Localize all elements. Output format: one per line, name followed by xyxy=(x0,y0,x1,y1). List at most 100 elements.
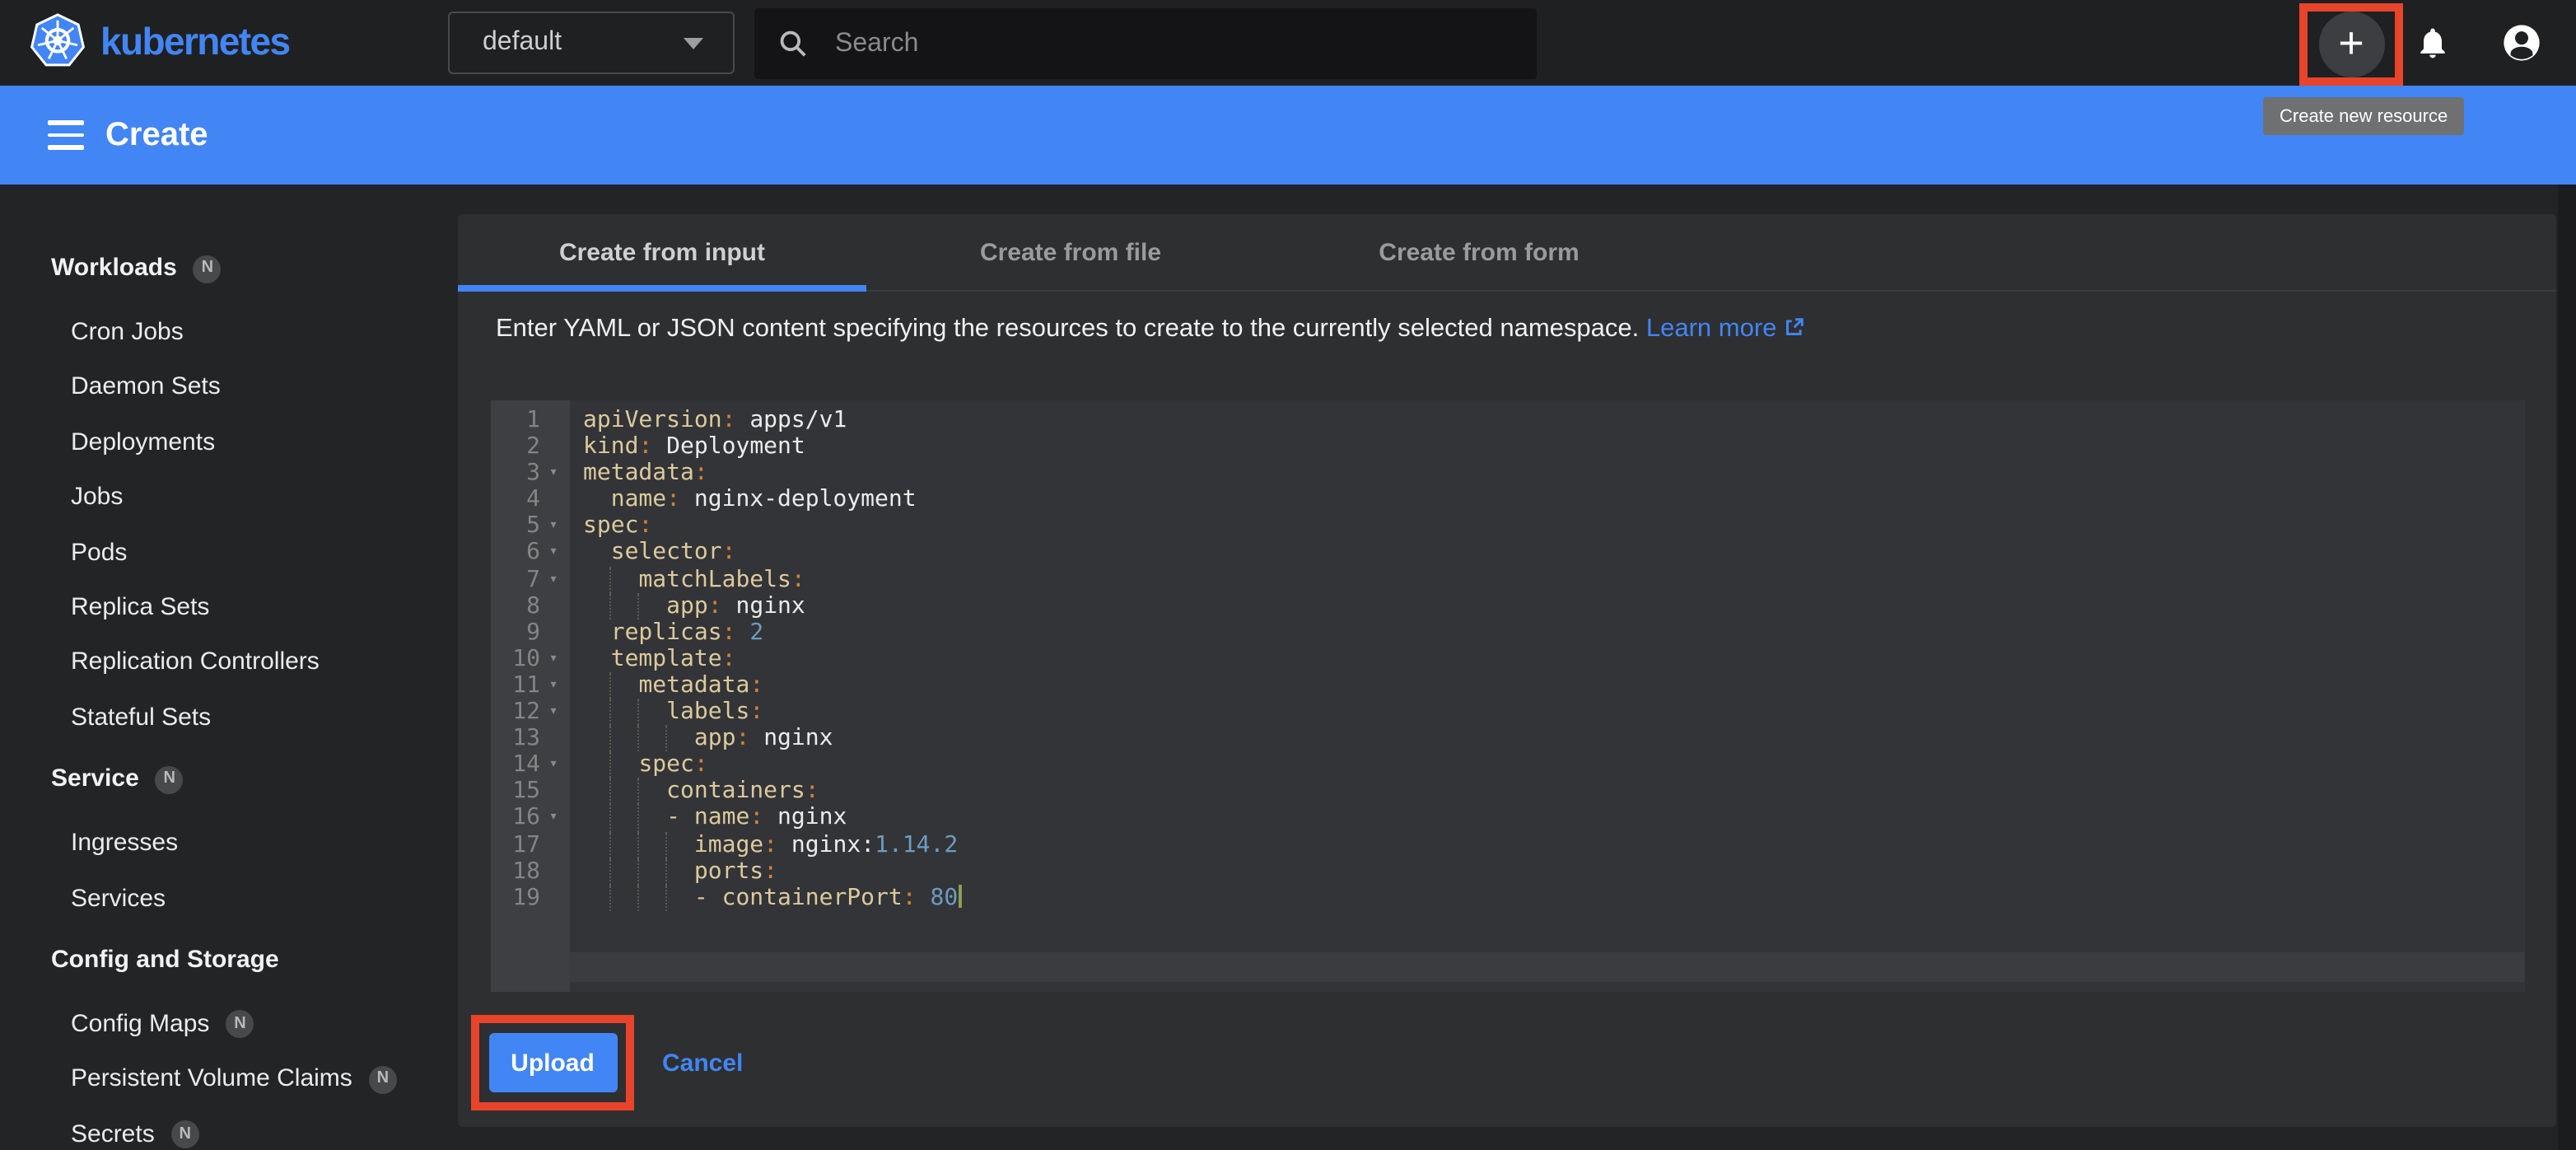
tab-create-from-form[interactable]: Create from form xyxy=(1275,214,1683,290)
create-card: Create from inputCreate from fileCreate … xyxy=(458,214,2556,1127)
token-k: name xyxy=(611,487,666,513)
sidebar-section-label: Service xyxy=(51,760,139,800)
token-v: nginx: xyxy=(777,831,875,858)
menu-button[interactable] xyxy=(48,120,84,150)
editor-line-text: labels: xyxy=(570,699,2525,725)
fold-arrow-icon[interactable]: ▾ xyxy=(540,672,567,699)
fold-arrow-icon[interactable]: ▾ xyxy=(540,513,567,540)
search-input[interactable] xyxy=(832,27,1464,60)
editor-line-gutter: 2 xyxy=(491,433,570,460)
token-v: nginx xyxy=(722,592,805,619)
create-new-resource-button[interactable]: + xyxy=(2318,12,2384,77)
token-c: : xyxy=(903,884,917,910)
editor-line: 17 image: nginx:1.14.2 xyxy=(491,831,2525,858)
editor-line: 6▾ selector: xyxy=(491,540,2525,566)
token-k: containers xyxy=(666,778,805,805)
tab-create-from-file[interactable]: Create from file xyxy=(866,214,1275,290)
editor-line-text: apiVersion: apps/v1 xyxy=(570,407,2525,433)
sidebar-item-pods[interactable]: Pods xyxy=(71,525,458,580)
token-num: 2 xyxy=(735,619,763,646)
indent-space xyxy=(583,725,611,751)
editor-line: 11▾ metadata: xyxy=(491,672,2525,699)
editor-line-gutter: 15 xyxy=(491,778,570,805)
indent-guide xyxy=(609,592,639,619)
fold-spacer xyxy=(540,858,567,884)
brand-logo[interactable]: kubernetes xyxy=(30,13,289,69)
create-tabs: Create from inputCreate from fileCreate … xyxy=(458,214,2556,292)
line-number: 6 xyxy=(491,540,540,566)
editor-line-text: name: nginx-deployment xyxy=(570,487,2525,513)
sidebar-item-secrets[interactable]: SecretsN xyxy=(71,1107,458,1150)
sidebar-item-label: Cron Jobs xyxy=(71,305,184,360)
fold-arrow-icon[interactable]: ▾ xyxy=(540,805,567,831)
create-description: Enter YAML or JSON content specifying th… xyxy=(496,315,1804,346)
editor-line-gutter: 17 xyxy=(491,831,570,858)
indent-space xyxy=(583,646,611,672)
hamburger-icon xyxy=(48,120,84,124)
line-number: 8 xyxy=(491,592,540,619)
token-c: : xyxy=(666,487,680,513)
editor-line-text: replicas: 2 xyxy=(570,619,2525,646)
fold-arrow-icon[interactable]: ▾ xyxy=(540,566,567,592)
token-num: 1.14.2 xyxy=(875,831,958,858)
learn-more-link[interactable]: Learn more xyxy=(1646,315,1805,343)
editor-line-text: ports: xyxy=(570,858,2525,884)
notifications-button[interactable] xyxy=(2415,25,2451,61)
sidebar-section-service[interactable]: ServiceN xyxy=(51,760,458,800)
sidebar-item-config-maps[interactable]: Config MapsN xyxy=(71,997,458,1052)
sidebar-section-config-and-storage[interactable]: Config and Storage xyxy=(51,941,458,980)
line-number: 11 xyxy=(491,672,540,699)
line-number: 15 xyxy=(491,778,540,805)
indent-guide xyxy=(609,699,639,725)
indent-guide xyxy=(637,831,666,858)
sidebar-item-services[interactable]: Services xyxy=(71,871,458,926)
line-number: 2 xyxy=(491,433,540,460)
sidebar-item-ingresses[interactable]: Ingresses xyxy=(71,816,458,872)
indent-space xyxy=(583,778,611,805)
token-v: nginx-deployment xyxy=(680,487,917,513)
token-k: metadata xyxy=(638,672,749,699)
fold-arrow-icon[interactable]: ▾ xyxy=(540,751,567,778)
editor-horizontal-scrollbar[interactable] xyxy=(570,952,2525,982)
indent-guide xyxy=(609,831,639,858)
indent-guide xyxy=(609,672,639,699)
account-button[interactable] xyxy=(2500,21,2543,64)
fold-arrow-icon[interactable]: ▾ xyxy=(540,646,567,672)
sidebar-item-cron-jobs[interactable]: Cron Jobs xyxy=(71,305,458,360)
sidebar-section-workloads[interactable]: WorkloadsN xyxy=(51,249,458,288)
editor-line-gutter: 1 xyxy=(491,407,570,433)
editor-line: 4 name: nginx-deployment xyxy=(491,487,2525,513)
app-header: Create xyxy=(0,86,2576,185)
chevron-down-icon xyxy=(684,37,703,49)
sidebar-item-label: Jobs xyxy=(71,470,123,525)
indent-space xyxy=(583,751,611,778)
indent-guide xyxy=(609,566,639,592)
tab-create-from-input[interactable]: Create from input xyxy=(458,214,866,290)
editor-line-text: containers: xyxy=(570,778,2525,805)
fold-arrow-icon[interactable]: ▾ xyxy=(540,460,567,486)
token-k: ports xyxy=(694,858,763,884)
sidebar-item-replica-sets[interactable]: Replica Sets xyxy=(71,580,458,635)
fold-spacer xyxy=(540,619,567,646)
fold-spacer xyxy=(540,884,567,910)
sidebar-item-deployments[interactable]: Deployments xyxy=(71,415,458,470)
fold-arrow-icon[interactable]: ▾ xyxy=(540,540,567,566)
editor-line-gutter: 19 xyxy=(491,884,570,910)
sidebar-item-label: Deployments xyxy=(71,415,215,470)
cancel-button[interactable]: Cancel xyxy=(652,1033,753,1092)
token-c: : xyxy=(638,513,652,540)
token-c: : xyxy=(805,778,819,805)
sidebar-item-replication-controllers[interactable]: Replication Controllers xyxy=(71,635,458,690)
yaml-editor[interactable]: 1apiVersion: apps/v12kind: Deployment3▾m… xyxy=(491,400,2525,992)
namespace-selector[interactable]: default xyxy=(448,12,735,74)
sidebar-item-jobs[interactable]: Jobs xyxy=(71,470,458,525)
sidebar-item-daemon-sets[interactable]: Daemon Sets xyxy=(71,360,458,415)
fold-arrow-icon[interactable]: ▾ xyxy=(540,699,567,725)
page-scrollbar[interactable] xyxy=(2558,185,2576,1150)
sidebar-item-persistent-volume-claims[interactable]: Persistent Volume ClaimsN xyxy=(71,1052,458,1107)
sidebar-item-stateful-sets[interactable]: Stateful Sets xyxy=(71,690,458,746)
search-bar[interactable] xyxy=(754,8,1537,79)
upload-button[interactable]: Upload xyxy=(488,1033,617,1092)
editor-line: 10▾ template: xyxy=(491,646,2525,672)
editor-line-text: selector: xyxy=(570,540,2525,566)
